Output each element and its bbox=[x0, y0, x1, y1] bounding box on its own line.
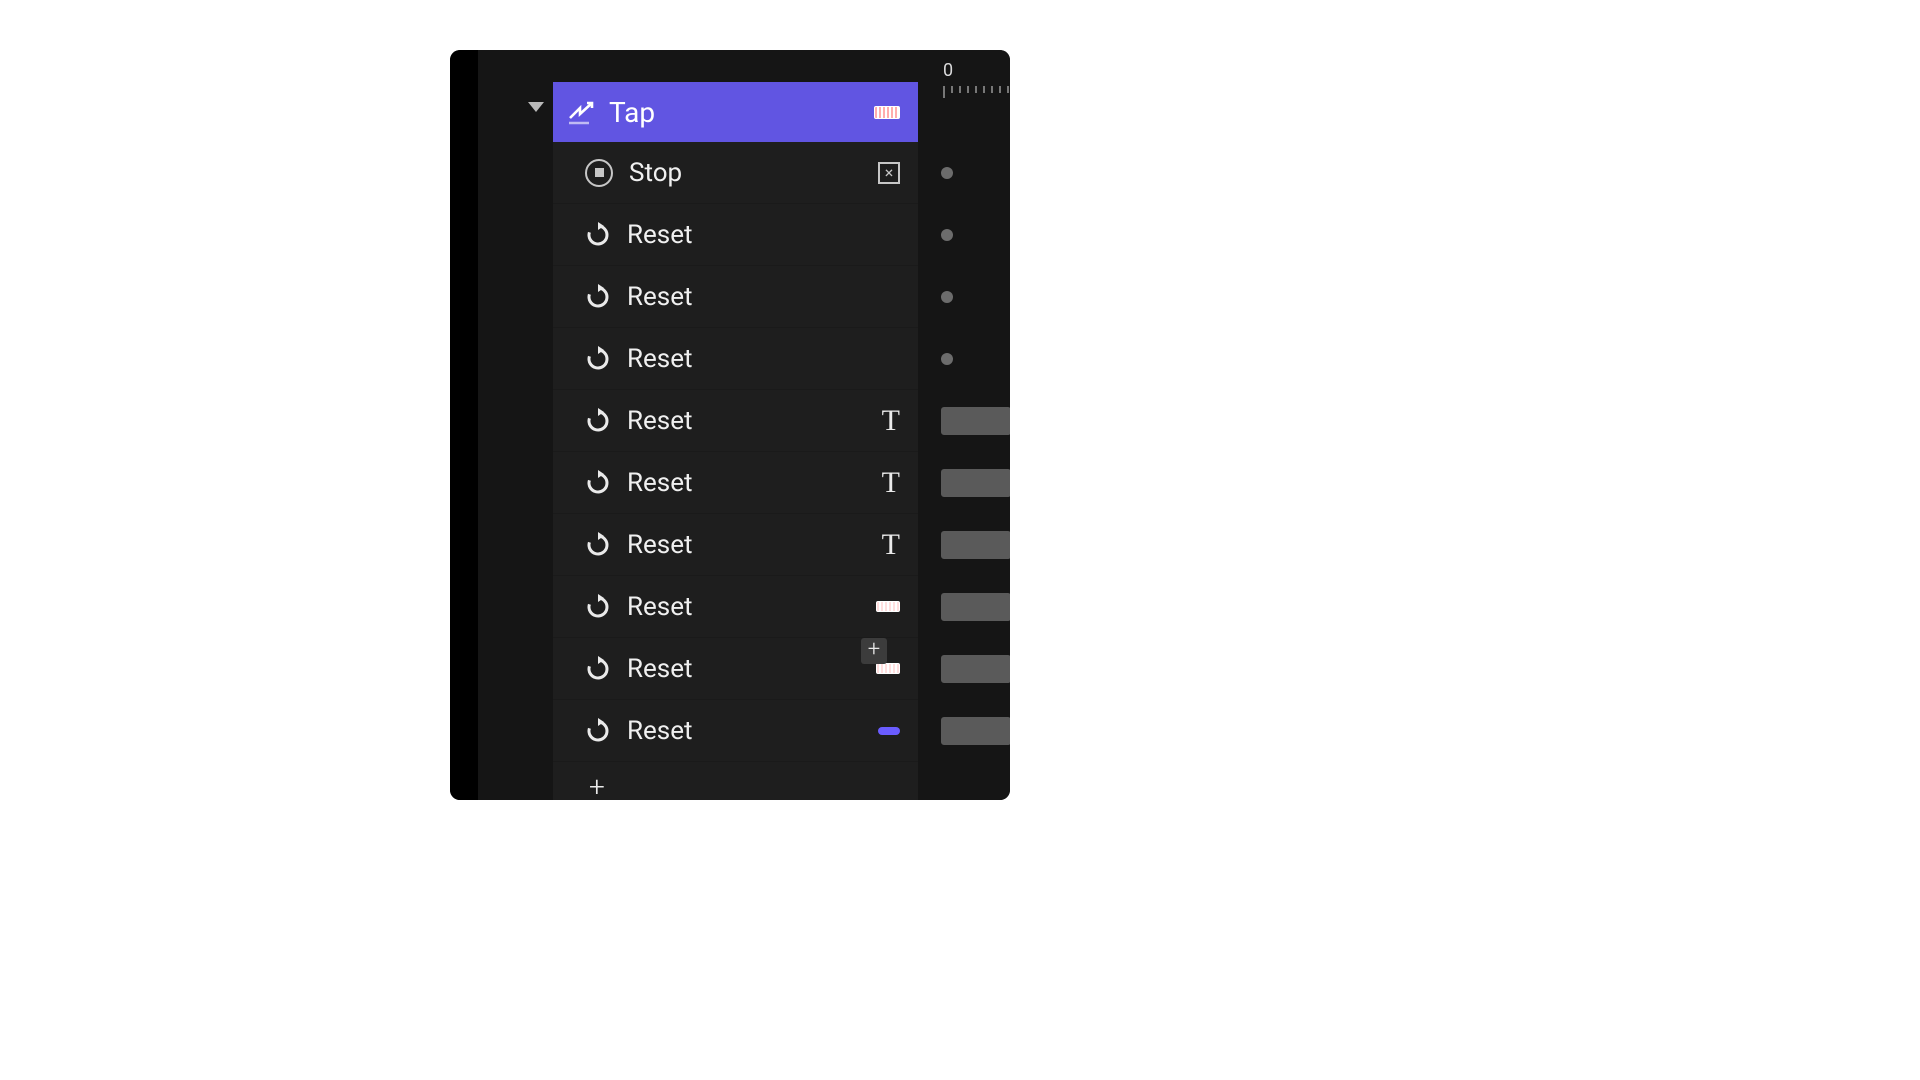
timeline-cell[interactable] bbox=[923, 142, 1010, 204]
stripe-swatch-icon bbox=[876, 663, 900, 674]
reset-icon bbox=[585, 408, 611, 434]
add-action-row[interactable]: + bbox=[553, 762, 918, 800]
plus-icon: + bbox=[589, 770, 605, 801]
action-label: Reset bbox=[627, 530, 858, 560]
action-row-reset[interactable]: Reset bbox=[553, 576, 918, 638]
panel-body: 0 0.2 bbox=[478, 50, 1010, 800]
action-label: Reset bbox=[627, 282, 858, 312]
timeline-cell[interactable] bbox=[923, 638, 1010, 700]
action-row-stop[interactable]: Stop × bbox=[553, 142, 918, 204]
action-label: Reset bbox=[627, 468, 858, 498]
action-row-reset[interactable]: Reset bbox=[553, 266, 918, 328]
action-label: Reset bbox=[627, 654, 858, 684]
timeline-panel: 0 0.2 bbox=[450, 50, 1010, 800]
trigger-header-tap[interactable]: Tap bbox=[553, 82, 918, 142]
action-row-reset[interactable]: Reset T bbox=[553, 452, 918, 514]
action-marker: T bbox=[858, 528, 918, 562]
action-label: Reset bbox=[627, 344, 858, 374]
pill-swatch-icon bbox=[878, 727, 900, 735]
trigger-thumbnail-icon bbox=[874, 106, 900, 119]
action-marker: × bbox=[858, 162, 918, 184]
stripe-swatch-icon bbox=[876, 601, 900, 612]
text-type-icon: T bbox=[882, 466, 900, 500]
reset-icon bbox=[585, 470, 611, 496]
reset-icon bbox=[585, 594, 611, 620]
reset-icon bbox=[585, 222, 611, 248]
action-row-reset[interactable]: Reset T bbox=[553, 390, 918, 452]
action-label: Stop bbox=[629, 158, 858, 188]
timeline-column bbox=[923, 142, 1010, 762]
action-label: Reset bbox=[627, 716, 858, 746]
reset-icon bbox=[585, 346, 611, 372]
timeline-cell[interactable] bbox=[923, 204, 1010, 266]
timeline-cell[interactable] bbox=[923, 266, 1010, 328]
action-row-reset[interactable]: Reset bbox=[553, 700, 918, 762]
ruler-tick-0: 0 bbox=[943, 60, 953, 81]
action-label: Reset bbox=[627, 592, 858, 622]
keyframe-bar[interactable] bbox=[941, 531, 1010, 559]
action-rows: Stop×ResetResetResetResetTResetTResetTRe… bbox=[553, 142, 918, 800]
action-marker bbox=[858, 663, 918, 674]
timeline-cell[interactable] bbox=[923, 452, 1010, 514]
tap-icon bbox=[567, 98, 595, 126]
keyframe-dot-icon[interactable] bbox=[941, 167, 953, 179]
timeline-cell[interactable] bbox=[923, 514, 1010, 576]
text-type-icon: T bbox=[882, 528, 900, 562]
action-row-reset[interactable]: Reset T bbox=[553, 514, 918, 576]
reset-icon bbox=[585, 284, 611, 310]
action-row-reset[interactable]: Reset bbox=[553, 204, 918, 266]
keyframe-dot-icon[interactable] bbox=[941, 229, 953, 241]
trigger-title: Tap bbox=[609, 96, 874, 129]
reset-icon bbox=[585, 656, 611, 682]
reset-icon bbox=[585, 718, 611, 744]
timeline-ruler: 0 0.2 bbox=[923, 60, 1010, 110]
action-label: Reset bbox=[627, 220, 858, 250]
action-marker bbox=[858, 601, 918, 612]
insert-action-button[interactable]: + bbox=[861, 638, 887, 664]
action-label: Reset bbox=[627, 406, 858, 436]
stop-icon bbox=[585, 159, 613, 187]
action-marker bbox=[858, 727, 918, 735]
state-x-icon: × bbox=[878, 162, 900, 184]
ruler-ticks bbox=[943, 86, 1010, 100]
action-marker: T bbox=[858, 404, 918, 438]
keyframe-bar[interactable] bbox=[941, 593, 1010, 621]
keyframe-dot-icon[interactable] bbox=[941, 353, 953, 365]
timeline-cell[interactable] bbox=[923, 576, 1010, 638]
timeline-cell[interactable] bbox=[923, 700, 1010, 762]
keyframe-bar[interactable] bbox=[941, 469, 1010, 497]
keyframe-bar[interactable] bbox=[941, 717, 1010, 745]
text-type-icon: T bbox=[882, 404, 900, 438]
keyframe-bar[interactable] bbox=[941, 655, 1010, 683]
keyframe-bar[interactable] bbox=[941, 407, 1010, 435]
expand-caret-icon[interactable] bbox=[528, 102, 544, 112]
keyframe-dot-icon[interactable] bbox=[941, 291, 953, 303]
action-row-reset[interactable]: Reset bbox=[553, 328, 918, 390]
timeline-cell[interactable] bbox=[923, 390, 1010, 452]
action-marker: T bbox=[858, 466, 918, 500]
panel-gutter bbox=[450, 50, 478, 800]
reset-icon bbox=[585, 532, 611, 558]
timeline-cell[interactable] bbox=[923, 328, 1010, 390]
